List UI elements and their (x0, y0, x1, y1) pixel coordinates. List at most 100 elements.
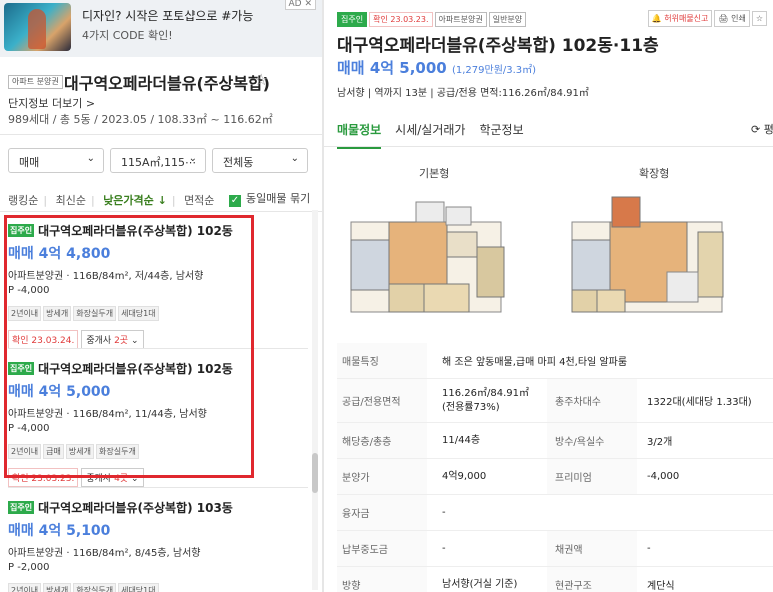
owner-tag: 집주인 (337, 12, 368, 27)
detail-tabs: 매물정보 시세/실거래가 학군정보 (337, 119, 538, 149)
divider (0, 134, 322, 135)
feature-tag: 2년이내 (8, 583, 42, 592)
info-value: - (442, 507, 446, 518)
favorite-star-icon[interactable]: ☆ (751, 11, 767, 26)
detail-title: 대구역오페라더블유(주상복합) 102동·11층 (337, 36, 659, 56)
area-select[interactable]: 115A㎡,115⋯ ⌄ (110, 148, 206, 173)
sort-latest[interactable]: 최신순 (56, 194, 86, 207)
list-item[interactable]: 집주인 대구역오페라더블유(주상복합) 103동 매매 4억 5,100 아파트분… (8, 499, 308, 592)
ad-subtitle: 4가지 CODE 확인! (82, 29, 173, 42)
divider (324, 146, 773, 147)
complex-name: 대구역오페라더블유(주상복합) (64, 74, 270, 93)
ad-title[interactable]: 디자인? 시작은 포토샵으로 #가능 (82, 7, 253, 24)
floorplan-extended-label: 확장형 (639, 167, 670, 180)
detail-summary: 남서향 | 역까지 13분 | 공급/전용 면적:116.26㎡/84.91㎡ (337, 88, 589, 99)
info-value: 계단식 (647, 581, 675, 592)
group-duplicates-label: 동일매물 묶기 (246, 192, 311, 205)
tab-listing-info[interactable]: 매물정보 (337, 121, 382, 149)
chevron-down-icon: ⌄ (86, 153, 95, 164)
table-row: 분양가 4억9,000 프리미엄 -4,000 (337, 459, 773, 495)
complex-summary: 989세대 / 총 5동 / 2023.05 / 108.33㎡ ~ 116.6… (8, 113, 273, 126)
divider (0, 211, 322, 212)
info-key: 프리미엄 (547, 459, 637, 494)
complex-info-link[interactable]: 단지정보 더보기 > (8, 95, 95, 111)
building-value: 전체동 (223, 156, 254, 169)
feature-tag: 화장실두개 (73, 583, 117, 592)
info-key: 매물특징 (337, 343, 427, 378)
map-view-button[interactable]: ⟳ 평 (751, 121, 773, 137)
chevron-down-icon: ⌄ (290, 153, 299, 164)
table-row: 해당층/총층 11/44층 방수/욕실수 3/2개 (337, 423, 773, 459)
tab-price-history[interactable]: 시세/실거래가 (395, 121, 465, 147)
sort-options: 랭킹순 | 최신순 | 낮은가격순 ↓ | 면적순 (8, 194, 215, 207)
info-value: 4억9,000 (442, 470, 487, 482)
floorplan-basic-image[interactable] (346, 192, 509, 320)
owner-tag: 집주인 (8, 501, 35, 514)
price-per-area: (1,279만원/3.3㎡) (451, 65, 537, 76)
sale-type-tag: 일반분양 (488, 12, 527, 27)
selection-highlight-box (4, 215, 254, 478)
report-false-listing-button[interactable]: 🔔 허위매물신고 (647, 10, 713, 27)
listing-info-table: 매물특징 해 조은 앞동매물,급매 마피 4천,타일 알파룸 공급/전용면적 1… (337, 343, 773, 592)
info-value: - (442, 542, 446, 554)
info-key: 해당층/총층 (337, 423, 427, 458)
detail-price: 매매 4억 5,000 (1,279만원/3.3㎡) (337, 57, 536, 78)
listing-tags: 2년이내 방세개 화장실두개 세대당1대 (8, 578, 308, 592)
building-select[interactable]: 전체동 ⌄ (212, 148, 308, 173)
listing-panel: 디자인? 시작은 포토샵으로 #가능 4가지 CODE 확인! AD ✕ 아파트… (0, 0, 322, 592)
sort-lowest-price[interactable]: 낮은가격순 ↓ (103, 194, 167, 207)
trade-type-select[interactable]: 매매 ⌄ (8, 148, 104, 173)
info-value: 해 조은 앞동매물,급매 마피 4천,타일 알파룸 (442, 357, 628, 368)
table-row: 방향 남서향(거실 기준) 현관구조 계단식 (337, 567, 773, 592)
table-row: 융자금 - (337, 495, 773, 531)
listing-premium: P -2,000 (8, 562, 50, 573)
sort-area[interactable]: 면적순 (184, 194, 214, 207)
info-value: 11/44층 (442, 434, 481, 446)
type-tag: 아파트분양권 (434, 12, 487, 27)
checkbox-checked-icon[interactable]: ✓ (229, 195, 241, 207)
confirm-date-tag: 확인 23.03.23. (369, 12, 433, 27)
favorite-star-icon[interactable]: ☆ (254, 70, 268, 89)
listing-price: 매매 4억 5,100 (8, 523, 111, 539)
info-key: 현관구조 (547, 567, 637, 592)
sort-ranking[interactable]: 랭킹순 (8, 194, 38, 207)
area-value: 115A㎡,115⋯ (121, 156, 197, 169)
ad-close-badge[interactable]: AD ✕ (284, 0, 316, 10)
info-value: - (647, 543, 651, 554)
print-button[interactable]: 🖨 인쇄 (714, 10, 750, 27)
chevron-down-icon: ⌄ (188, 153, 197, 164)
ad-thumbnail-image[interactable] (4, 3, 71, 51)
info-value: 3/2개 (647, 437, 673, 448)
info-value: -4,000 (647, 471, 680, 482)
trade-type-value: 매매 (19, 156, 40, 169)
info-value: 116.26㎡/84.91㎡(전용률73%) (442, 387, 529, 413)
table-row: 공급/전용면적 116.26㎡/84.91㎡(전용률73%) 총주차대수 132… (337, 379, 773, 423)
info-key: 분양가 (337, 459, 427, 494)
tab-school-info[interactable]: 학군정보 (479, 121, 523, 147)
ad-banner[interactable]: 디자인? 시작은 포토샵으로 #가능 4가지 CODE 확인! AD ✕ (0, 0, 322, 57)
group-duplicates-toggle[interactable]: ✓ 동일매물 묶기 (229, 190, 310, 207)
listing-spec: 아파트분양권 · 116B/84m², 8/45층, 남서향 (8, 548, 201, 559)
info-key: 총주차대수 (547, 379, 637, 422)
info-key: 공급/전용면적 (337, 379, 427, 422)
price-value: 매매 4억 5,000 (337, 59, 447, 77)
table-row: 납부중도금 - 채권액 - (337, 531, 773, 567)
feature-tag: 세대당1대 (118, 583, 159, 592)
divider (8, 487, 308, 488)
listing-title: 집주인 대구역오페라더블유(주상복합) 103동 (8, 499, 308, 516)
scrollbar-thumb[interactable] (312, 453, 318, 493)
feature-tag: 방세개 (43, 583, 72, 592)
info-key: 방수/욕실수 (547, 423, 637, 458)
floorplan-basic-label: 기본형 (419, 167, 450, 180)
listing-title-text: 대구역오페라더블유(주상복합) 103동 (38, 501, 233, 515)
scrollbar-track[interactable] (312, 210, 318, 590)
table-row: 매물특징 해 조은 앞동매물,급매 마피 4천,타일 알파룸 (337, 343, 773, 379)
info-value: 1322대(세대당 1.33대) (647, 397, 752, 408)
detail-actions: 🔔 허위매물신고 🖨 인쇄 ☆ (646, 6, 767, 27)
detail-tags: 집주인 확인 23.03.23. 아파트분양권 일반분양 (337, 7, 528, 27)
app-root: 디자인? 시작은 포토샵으로 #가능 4가지 CODE 확인! AD ✕ 아파트… (0, 0, 773, 592)
detail-panel: 집주인 확인 23.03.23. 아파트분양권 일반분양 🔔 허위매물신고 🖨 인쇄 ☆ … (324, 0, 773, 592)
info-key: 납부중도금 (337, 531, 427, 566)
complex-type-tag: 아파트 분양권 (8, 75, 63, 89)
floorplan-extended-image[interactable] (567, 192, 730, 320)
